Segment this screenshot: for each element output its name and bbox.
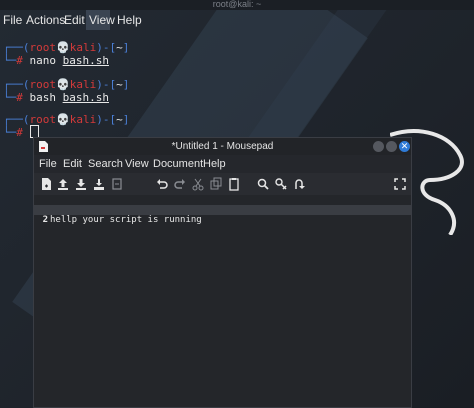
save-as-icon[interactable]: [92, 177, 106, 191]
cut-icon[interactable]: [191, 177, 205, 191]
prompt-hash: #: [16, 54, 23, 67]
menu-edit[interactable]: Edit: [64, 13, 85, 27]
menu-view[interactable]: View: [89, 13, 115, 27]
window-title: *Untitled 1 - Mousepad: [171, 141, 274, 152]
skull-icon: 💀: [56, 78, 70, 91]
command-arg: bash.sh: [62, 91, 109, 104]
command-text: nano: [29, 54, 57, 67]
copy-icon[interactable]: [209, 177, 223, 191]
minimize-button[interactable]: [373, 141, 384, 152]
terminal-title: root@kali: ~: [0, 0, 474, 10]
prompt-hash: #: [16, 91, 23, 104]
command-line: └─# bash bash.sh: [3, 91, 109, 104]
prompt-hash: #: [16, 126, 23, 139]
command-text: bash: [29, 91, 57, 104]
find-icon[interactable]: [256, 177, 270, 191]
close-button[interactable]: ✕: [399, 141, 410, 152]
maximize-button[interactable]: [386, 141, 397, 152]
menu-search[interactable]: Search: [88, 158, 123, 170]
prompt-user: root: [29, 78, 57, 91]
new-document-icon[interactable]: [39, 177, 53, 191]
prompt-dir: ~: [116, 78, 123, 91]
prompt-user: root: [29, 41, 57, 54]
prompt-host: kali: [69, 41, 97, 54]
toolbar: [34, 173, 411, 195]
menu-help[interactable]: Help: [117, 13, 142, 27]
skull-icon: 💀: [56, 113, 70, 126]
prompt-line: ┌──(root💀kali)-[~]: [3, 41, 130, 54]
close-icon: ✕: [400, 141, 409, 151]
menu-file[interactable]: File: [3, 13, 22, 27]
menu-actions[interactable]: Actions: [26, 13, 65, 27]
terminal-menubar: File Actions Edit View Help: [0, 10, 474, 30]
editor-line[interactable]: 1 hellp your script is running: [34, 195, 411, 225]
menu-edit[interactable]: Edit: [63, 158, 82, 170]
skull-icon: 💀: [56, 41, 70, 54]
redo-icon[interactable]: [173, 177, 187, 191]
fullscreen-icon[interactable]: [393, 177, 407, 191]
goto-icon[interactable]: [292, 177, 306, 191]
text-editor[interactable]: 1 hellp your script is running 2: [34, 195, 411, 407]
undo-icon[interactable]: [155, 177, 169, 191]
mousepad-window: *Untitled 1 - Mousepad ✕ File Edit Searc…: [33, 137, 412, 408]
line-number: 2: [42, 215, 48, 225]
command-arg: bash.sh: [62, 54, 109, 67]
prompt-host: kali: [69, 113, 97, 126]
mousepad-menubar: File Edit Search View Document Help: [34, 155, 411, 173]
command-line: └─# nano bash.sh: [3, 54, 109, 67]
save-icon[interactable]: [74, 177, 88, 191]
menu-document[interactable]: Document: [153, 158, 203, 170]
prompt-host: kali: [69, 78, 97, 91]
open-icon[interactable]: [56, 177, 70, 191]
mousepad-titlebar[interactable]: *Untitled 1 - Mousepad ✕: [34, 138, 411, 155]
menu-help[interactable]: Help: [203, 158, 226, 170]
menu-file[interactable]: File: [39, 158, 57, 170]
find-replace-icon[interactable]: [274, 177, 288, 191]
prompt-dir: ~: [116, 113, 123, 126]
prompt-line: ┌──(root💀kali)-[~]: [3, 78, 130, 91]
line-text: hellp your script is running: [50, 215, 202, 225]
menu-view[interactable]: View: [125, 158, 149, 170]
prompt-dir: ~: [116, 41, 123, 54]
editor-line-current[interactable]: 2: [34, 205, 411, 225]
reload-icon[interactable]: [110, 177, 124, 191]
paste-icon[interactable]: [227, 177, 241, 191]
